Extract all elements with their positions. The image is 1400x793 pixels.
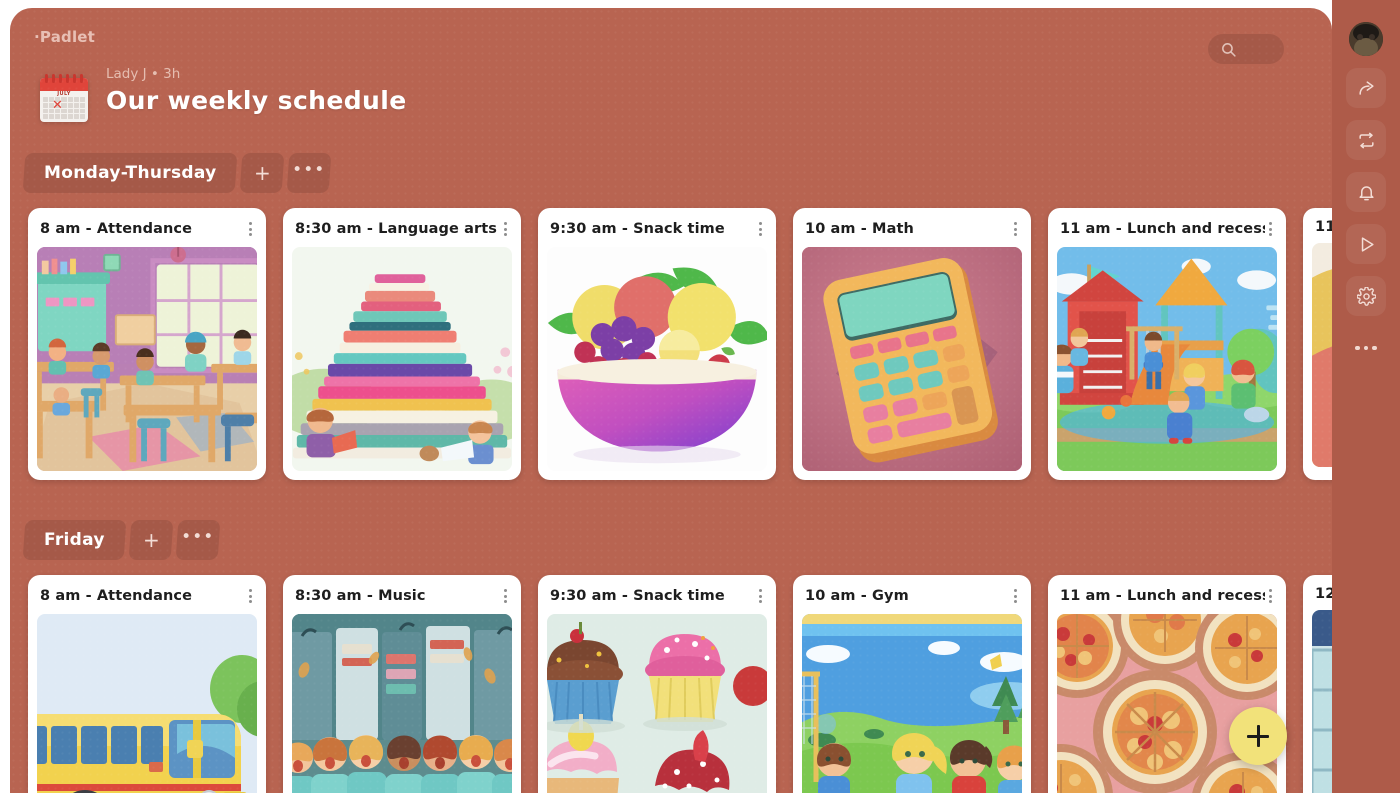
section-row-monday-thursday: 8 am - Attendance — [28, 208, 1332, 480]
post-menu-icon[interactable] — [500, 586, 511, 606]
page-title: Our weekly schedule — [106, 86, 407, 115]
plus-icon — [1247, 725, 1269, 747]
more-icon — [1355, 346, 1377, 351]
search-icon — [1220, 41, 1237, 58]
section-title-friday[interactable]: Friday — [23, 520, 127, 560]
post-card[interactable]: 8:30 am - Language arts — [283, 208, 521, 480]
bell-icon — [1357, 183, 1376, 202]
section-row-friday: 8 am - Attendance — [28, 575, 1332, 793]
post-image-classroom — [37, 247, 257, 471]
share-icon — [1357, 79, 1376, 98]
section-add-post-button[interactable]: + — [240, 153, 285, 193]
post-card[interactable]: 9:30 am - Snack time — [538, 575, 776, 793]
post-image-partial — [1312, 610, 1332, 793]
post-title: 11 am - Lunch and recess — [1060, 588, 1265, 604]
section-label: Monday-Thursday — [44, 163, 216, 183]
post-title: 9:30 am - Snack time — [550, 221, 725, 237]
post-title: 10 am - Math — [805, 221, 914, 237]
post-title: 10 am - Gym — [805, 588, 909, 604]
section-add-post-button[interactable]: + — [128, 520, 173, 560]
post-image-books — [292, 247, 512, 471]
post-title: 8 am - Attendance — [40, 221, 192, 237]
post-menu-icon[interactable] — [500, 219, 511, 239]
post-menu-icon[interactable] — [1265, 586, 1276, 606]
section-more-button[interactable]: ••• — [175, 520, 220, 560]
padlet-app: ·Padlet JULY ✕ — [0, 0, 1400, 793]
post-card[interactable]: 8 am - Attendance — [28, 208, 266, 480]
post-title: 11: — [1315, 219, 1332, 235]
post-image-playground — [1057, 247, 1277, 471]
post-image-schoolbus — [37, 614, 257, 793]
right-sidebar — [1332, 0, 1400, 793]
post-title: 8:30 am - Music — [295, 588, 426, 604]
board-byline: Lady J • 3h — [106, 66, 407, 82]
section-header-friday: Friday + ••• — [24, 520, 219, 560]
slideshow-button[interactable] — [1346, 224, 1386, 264]
post-menu-icon[interactable] — [1010, 586, 1021, 606]
post-title: 8 am - Attendance — [40, 588, 192, 604]
post-card[interactable]: 10 am - Gym — [793, 575, 1031, 793]
section-header-monday-thursday: Monday-Thursday + ••• — [24, 153, 330, 193]
section-more-button[interactable]: ••• — [287, 153, 332, 193]
post-menu-icon[interactable] — [755, 586, 766, 606]
post-menu-icon[interactable] — [755, 219, 766, 239]
post-title: 12 — [1315, 586, 1332, 602]
play-icon — [1357, 235, 1376, 254]
post-card[interactable]: 9:30 am - Snack time — [538, 208, 776, 480]
post-title: 9:30 am - Snack time — [550, 588, 725, 604]
notifications-button[interactable] — [1346, 172, 1386, 212]
post-menu-icon[interactable] — [1265, 219, 1276, 239]
post-image-choir — [292, 614, 512, 793]
post-card[interactable]: 10 am - Math — [793, 208, 1031, 480]
board-canvas[interactable]: ·Padlet JULY ✕ — [10, 8, 1332, 793]
section-title-monday-thursday[interactable]: Monday-Thursday — [23, 153, 238, 193]
post-image-fruitbowl — [547, 247, 767, 471]
post-card[interactable]: 8 am - Attendance — [28, 575, 266, 793]
post-card[interactable]: 8:30 am - Music — [283, 575, 521, 793]
gear-icon — [1357, 287, 1376, 306]
post-card-partial[interactable]: 11: — [1303, 208, 1332, 480]
post-image-partial — [1312, 243, 1332, 467]
remix-icon — [1357, 131, 1376, 150]
post-title: 8:30 am - Language arts — [295, 221, 497, 237]
padlet-logo[interactable]: ·Padlet — [34, 28, 95, 46]
post-title: 11 am - Lunch and recess — [1060, 221, 1265, 237]
post-menu-icon[interactable] — [245, 586, 256, 606]
post-image-calculator — [802, 247, 1022, 471]
post-card-partial[interactable]: 12 — [1303, 575, 1332, 793]
avatar[interactable] — [1349, 22, 1383, 56]
post-menu-icon[interactable] — [245, 219, 256, 239]
post-image-soccer — [802, 614, 1022, 793]
add-post-fab[interactable] — [1229, 707, 1287, 765]
remake-button[interactable] — [1346, 120, 1386, 160]
section-label: Friday — [44, 530, 105, 550]
post-image-cupcakes — [547, 614, 767, 793]
search-button[interactable] — [1208, 34, 1284, 64]
share-button[interactable] — [1346, 68, 1386, 108]
post-image-pizza — [1057, 614, 1277, 793]
post-card[interactable]: 11 am - Lunch and recess — [1048, 208, 1286, 480]
board-header: JULY ✕ Lady J • 3h Our weekly schedule — [38, 66, 407, 124]
post-menu-icon[interactable] — [1010, 219, 1021, 239]
calendar-icon: JULY ✕ — [38, 72, 90, 124]
more-options-button[interactable] — [1346, 328, 1386, 368]
settings-button[interactable] — [1346, 276, 1386, 316]
